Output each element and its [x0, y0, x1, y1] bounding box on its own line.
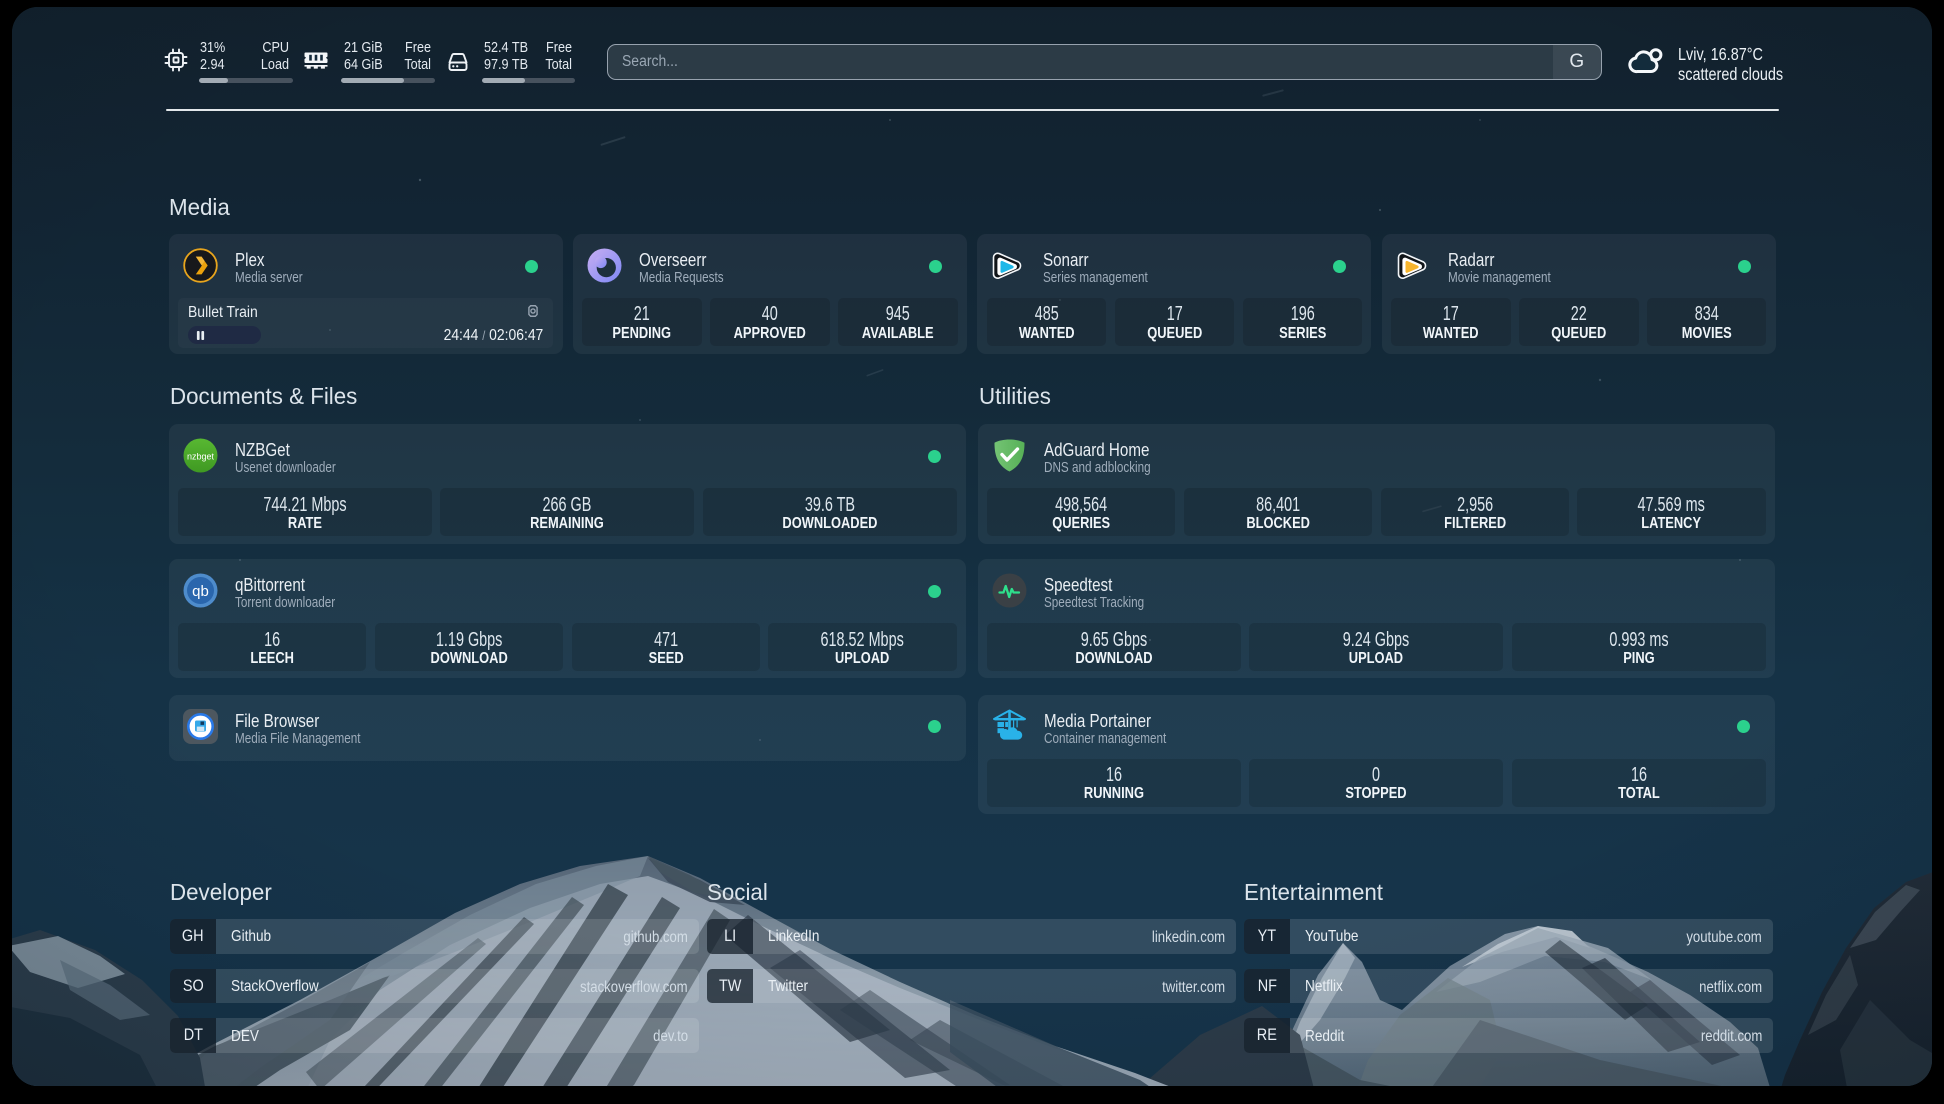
svg-text:nzbget: nzbget — [186, 452, 214, 462]
svg-text:qb: qb — [192, 583, 209, 600]
